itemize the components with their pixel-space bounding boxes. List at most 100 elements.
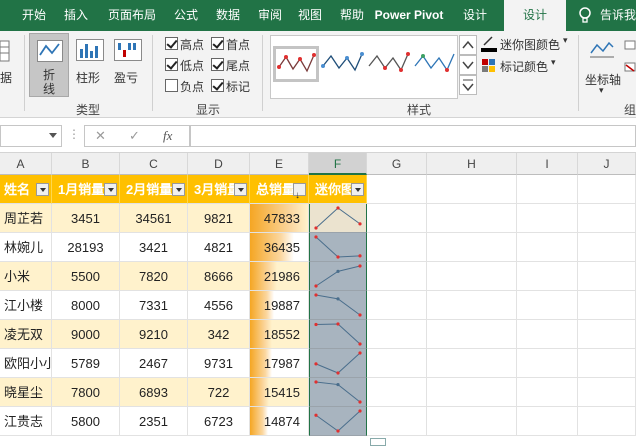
table-cell[interactable]: 7820	[120, 262, 188, 291]
table-header-cell[interactable]: 姓名	[0, 175, 52, 204]
table-cell[interactable]: 722	[188, 378, 250, 407]
tab-design-table[interactable]: 设计	[452, 0, 498, 31]
table-cell[interactable]: 欧阳小小	[0, 349, 52, 378]
column-header-i[interactable]: I	[517, 153, 578, 175]
tell-me-search[interactable]: 告诉我	[598, 0, 636, 31]
cell[interactable]	[578, 291, 636, 320]
cell[interactable]	[427, 175, 517, 204]
table-cell[interactable]: 凌无双	[0, 320, 52, 349]
cell[interactable]	[578, 262, 636, 291]
total-cell[interactable]: 19887	[250, 291, 309, 320]
cell[interactable]	[367, 233, 427, 262]
filter-dropdown-button[interactable]	[351, 183, 364, 196]
cell[interactable]	[517, 349, 578, 378]
tab-page-layout[interactable]: 页面布局	[100, 0, 164, 31]
table-cell[interactable]: 34561	[120, 204, 188, 233]
table-cell[interactable]: 小米	[0, 262, 52, 291]
column-header-g[interactable]: G	[367, 153, 427, 175]
table-cell[interactable]: 9731	[188, 349, 250, 378]
cell[interactable]	[367, 291, 427, 320]
filter-dropdown-button[interactable]	[234, 183, 247, 196]
style-option-1[interactable]	[273, 46, 319, 82]
total-cell[interactable]: 47833	[250, 204, 309, 233]
tab-help[interactable]: 帮助	[332, 0, 372, 31]
sparkline-cell[interactable]	[309, 262, 367, 291]
table-cell[interactable]: 5789	[52, 349, 120, 378]
cell[interactable]	[517, 233, 578, 262]
insert-function-button[interactable]: fx	[163, 128, 172, 144]
table-cell[interactable]: 江小楼	[0, 291, 52, 320]
cell[interactable]	[367, 204, 427, 233]
table-header-cell[interactable]: 2月销量	[120, 175, 188, 204]
cell[interactable]	[427, 291, 517, 320]
cell[interactable]	[367, 175, 427, 204]
style-scroll-up-button[interactable]	[459, 35, 477, 55]
cell[interactable]	[517, 262, 578, 291]
table-cell[interactable]: 342	[188, 320, 250, 349]
line-sparkline-button[interactable]: 折 线	[29, 33, 69, 97]
style-gallery-more-button[interactable]	[459, 75, 477, 95]
total-cell[interactable]: 18552	[250, 320, 309, 349]
sparkline-cell[interactable]	[309, 378, 367, 407]
cell[interactable]	[427, 407, 517, 436]
cell[interactable]	[578, 204, 636, 233]
cell[interactable]	[427, 204, 517, 233]
sparkline-cell[interactable]	[309, 407, 367, 436]
filter-dropdown-button[interactable]	[36, 183, 49, 196]
formula-input[interactable]	[190, 125, 636, 147]
column-header-j[interactable]: J	[578, 153, 636, 175]
cell[interactable]	[517, 320, 578, 349]
table-cell[interactable]: 8000	[52, 291, 120, 320]
style-scroll-down-button[interactable]	[459, 55, 477, 75]
column-header-h[interactable]: H	[427, 153, 517, 175]
table-header-cell[interactable]: 迷你图	[309, 175, 367, 204]
sparkline-color-button[interactable]: 迷你图颜色 ▾	[481, 35, 573, 53]
win-loss-sparkline-button[interactable]: 盈亏	[110, 33, 146, 97]
table-cell[interactable]: 晓星尘	[0, 378, 52, 407]
total-cell[interactable]: 14874	[250, 407, 309, 436]
table-cell[interactable]: 6723	[188, 407, 250, 436]
table-cell[interactable]: 林婉儿	[0, 233, 52, 262]
cell[interactable]	[517, 204, 578, 233]
negative-point-checkbox[interactable]	[165, 79, 178, 92]
cell[interactable]	[578, 175, 636, 204]
tab-view[interactable]: 视图	[290, 0, 330, 31]
column-header-f[interactable]: F	[309, 153, 367, 175]
cell[interactable]	[578, 233, 636, 262]
axis-button[interactable]: 坐标轴 ▾	[583, 35, 621, 99]
last-point-checkbox[interactable]	[211, 58, 224, 71]
edit-data-button[interactable]: 据	[0, 69, 12, 86]
cell[interactable]	[578, 407, 636, 436]
table-cell[interactable]: 4821	[188, 233, 250, 262]
tab-home[interactable]: 开始	[14, 0, 54, 31]
sparkline-cell[interactable]	[309, 291, 367, 320]
table-cell[interactable]: 2467	[120, 349, 188, 378]
cell[interactable]	[367, 407, 427, 436]
table-cell[interactable]: 5500	[52, 262, 120, 291]
cell[interactable]	[367, 378, 427, 407]
cell[interactable]	[517, 378, 578, 407]
table-cell[interactable]: 9000	[52, 320, 120, 349]
style-option-2[interactable]	[319, 46, 365, 82]
cell[interactable]	[578, 378, 636, 407]
column-header-a[interactable]: A	[0, 153, 52, 175]
table-cell[interactable]: 9210	[120, 320, 188, 349]
cell[interactable]	[578, 320, 636, 349]
cell[interactable]	[367, 262, 427, 291]
total-cell[interactable]: 15415	[250, 378, 309, 407]
tab-review[interactable]: 审阅	[250, 0, 290, 31]
cell[interactable]	[427, 233, 517, 262]
name-box[interactable]	[0, 125, 62, 147]
enter-button[interactable]: ✓	[129, 128, 140, 144]
tab-design-sparkline[interactable]: 设计	[504, 0, 566, 31]
high-point-checkbox[interactable]	[165, 37, 178, 50]
sparkline-cell[interactable]	[309, 320, 367, 349]
column-sparkline-button[interactable]: 柱形	[72, 33, 108, 97]
total-cell[interactable]: 36435	[250, 233, 309, 262]
total-cell[interactable]: 17987	[250, 349, 309, 378]
table-cell[interactable]: 2351	[120, 407, 188, 436]
table-header-cell[interactable]: 1月销量	[52, 175, 120, 204]
table-cell[interactable]: 6893	[120, 378, 188, 407]
table-cell[interactable]: 江贵志	[0, 407, 52, 436]
cell[interactable]	[517, 175, 578, 204]
